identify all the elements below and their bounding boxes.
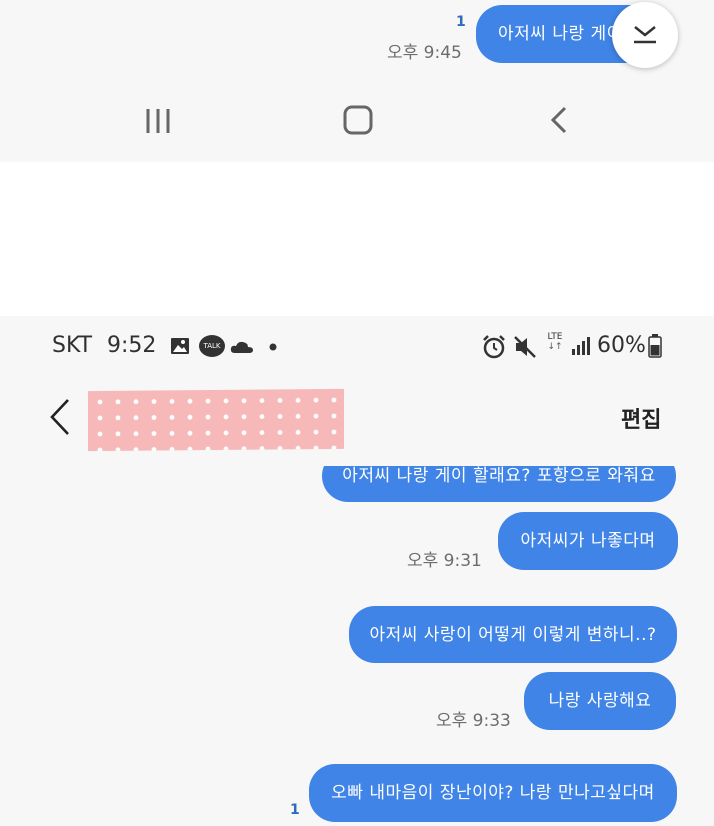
chevron-down-line-icon	[634, 26, 656, 44]
signal-icon	[572, 337, 590, 355]
message-time: 오후 9:31	[407, 551, 482, 571]
message-list[interactable]: 아저씨 나랑 게이 할래요? 포항으로 와줘요 오후 9:31 아저씨가 나좋다…	[0, 466, 714, 826]
network-label: LTE	[547, 332, 563, 342]
message-text: 아저씨가 나좋다며	[520, 531, 656, 551]
recents-icon[interactable]	[138, 100, 178, 140]
notification-dot-icon	[269, 343, 277, 351]
cloud-icon	[230, 341, 253, 353]
message-bubble[interactable]: 아저씨 사랑이 어떻게 이렇게 변하니..?	[349, 606, 677, 663]
message-bubble[interactable]: 나랑 사랑해요	[524, 672, 676, 730]
message-text: 아저씨 사랑이 어떻게 이렇게 변하니..?	[369, 624, 657, 645]
talk-label: TALK	[203, 342, 221, 350]
screenshot-gap	[0, 162, 714, 316]
unread-count: 1	[456, 14, 466, 30]
navigation-bar	[0, 80, 714, 162]
message-text: 아저씨 나랑 게이 할래요? 포항으로 와줘요	[342, 466, 656, 486]
carrier-label: SKT	[52, 333, 93, 358]
mute-icon	[514, 336, 536, 358]
home-icon[interactable]	[338, 100, 378, 140]
back-icon[interactable]	[540, 100, 580, 140]
data-arrows-icon: ↓↑	[547, 342, 563, 352]
scroll-down-button[interactable]	[612, 2, 678, 68]
message-text: 오빠 내마음이 장난이야? 나랑 만나고싶다며	[331, 783, 655, 803]
message-text: 아저씨 나랑 게이	[498, 24, 623, 44]
message-bubble[interactable]: 아저씨 나랑 게이 할래요? 포항으로 와줘요	[322, 466, 676, 502]
battery-icon	[648, 334, 662, 358]
kakaotalk-icon: TALK	[199, 335, 225, 357]
message-bubble[interactable]: 아저씨가 나좋다며	[498, 512, 678, 570]
message-time: 오후 9:33	[436, 711, 511, 731]
alarm-icon	[483, 335, 505, 359]
unread-count: 1	[290, 802, 300, 818]
redacted-contact-name-tape	[88, 388, 344, 452]
battery-percent: 60%	[597, 333, 646, 358]
clock: 9:52	[107, 333, 157, 358]
top-chat-area: 1 오후 9:45 아저씨 나랑 게이	[0, 0, 714, 80]
message-text: 나랑 사랑해요	[548, 691, 652, 711]
edit-button[interactable]: 편집	[621, 402, 661, 434]
back-arrow-icon[interactable]	[46, 396, 76, 438]
message-time: 오후 9:45	[387, 43, 462, 63]
network-indicator: LTE ↓↑	[543, 332, 567, 358]
message-bubble[interactable]: 오빠 내마음이 장난이야? 나랑 만나고싶다며	[309, 764, 677, 822]
gallery-icon	[171, 338, 189, 354]
